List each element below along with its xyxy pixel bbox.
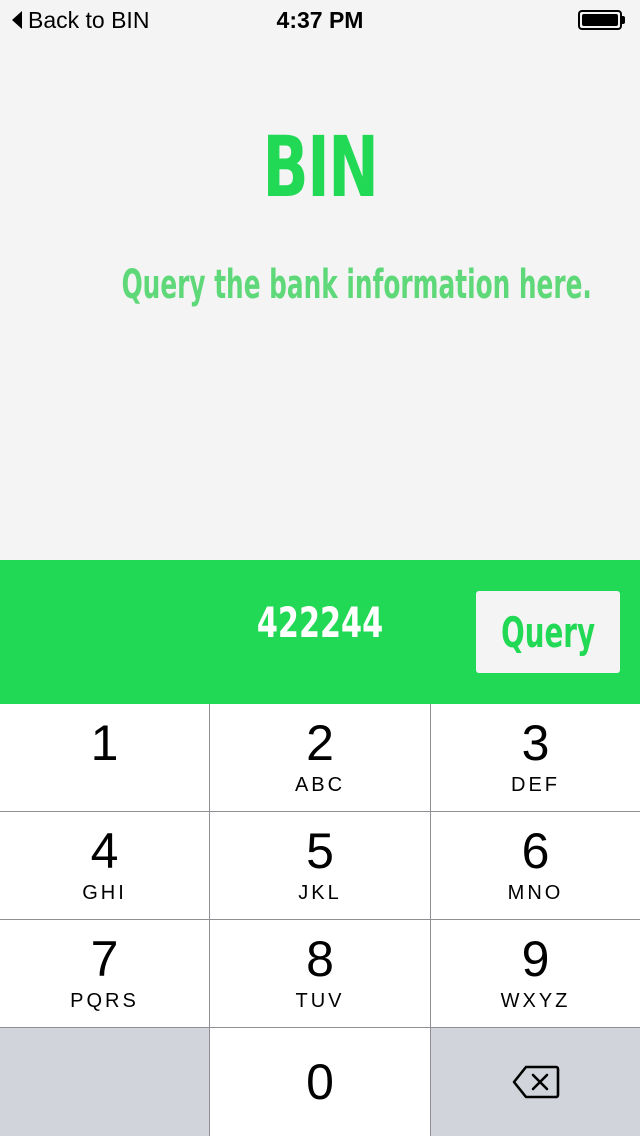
query-button-label: Query xyxy=(501,607,595,657)
key-letters: ABC xyxy=(294,774,346,796)
key-5[interactable]: 5 JKL xyxy=(210,812,430,919)
key-8[interactable]: 8 TUV xyxy=(210,920,430,1027)
key-digit: 5 xyxy=(306,823,334,879)
key-letters: PQRS xyxy=(70,990,139,1012)
key-digit: 6 xyxy=(521,823,550,879)
key-digit: 1 xyxy=(90,715,119,771)
key-digit: 2 xyxy=(306,715,334,771)
key-3[interactable]: 3 DEF xyxy=(431,704,640,811)
key-6[interactable]: 6 MNO xyxy=(431,812,640,919)
key-letters: JKL xyxy=(298,882,342,904)
backspace-key[interactable] xyxy=(431,1028,640,1136)
key-9[interactable]: 9 WXYZ xyxy=(431,920,640,1027)
key-digit: 8 xyxy=(306,931,334,987)
key-digit: 9 xyxy=(521,931,550,987)
app-title: BIN xyxy=(262,118,379,216)
key-0[interactable]: 0 xyxy=(210,1028,430,1136)
status-clock: 4:37 PM xyxy=(276,7,364,33)
app-subtitle: Query the bank information here. xyxy=(121,262,592,308)
bin-input[interactable]: 422244 xyxy=(234,598,407,647)
backspace-icon xyxy=(512,1065,559,1099)
key-letters: GHI xyxy=(82,882,127,904)
key-digit: 7 xyxy=(90,931,119,987)
key-letters: TUV xyxy=(295,990,345,1012)
battery-icon xyxy=(578,10,626,30)
key-7[interactable]: 7 PQRS xyxy=(0,920,209,1027)
key-blank xyxy=(0,1028,209,1136)
key-digit: 0 xyxy=(306,1054,334,1110)
numeric-keypad: 1 2 ABC 3 DEF 4 GHI 5 JKL 6 MNO 7 PQRS 8… xyxy=(0,704,640,1136)
key-digit: 4 xyxy=(90,823,119,879)
key-1[interactable]: 1 xyxy=(0,704,209,811)
key-letters: DEF xyxy=(511,774,560,796)
key-2[interactable]: 2 ABC xyxy=(210,704,430,811)
key-letters: MNO xyxy=(507,882,564,904)
query-button[interactable]: Query xyxy=(476,591,620,673)
key-digit: 3 xyxy=(521,715,550,771)
key-letters: WXYZ xyxy=(500,990,571,1012)
key-4[interactable]: 4 GHI xyxy=(0,812,209,919)
status-bar: Back to BIN 4:37 PM xyxy=(0,0,640,40)
